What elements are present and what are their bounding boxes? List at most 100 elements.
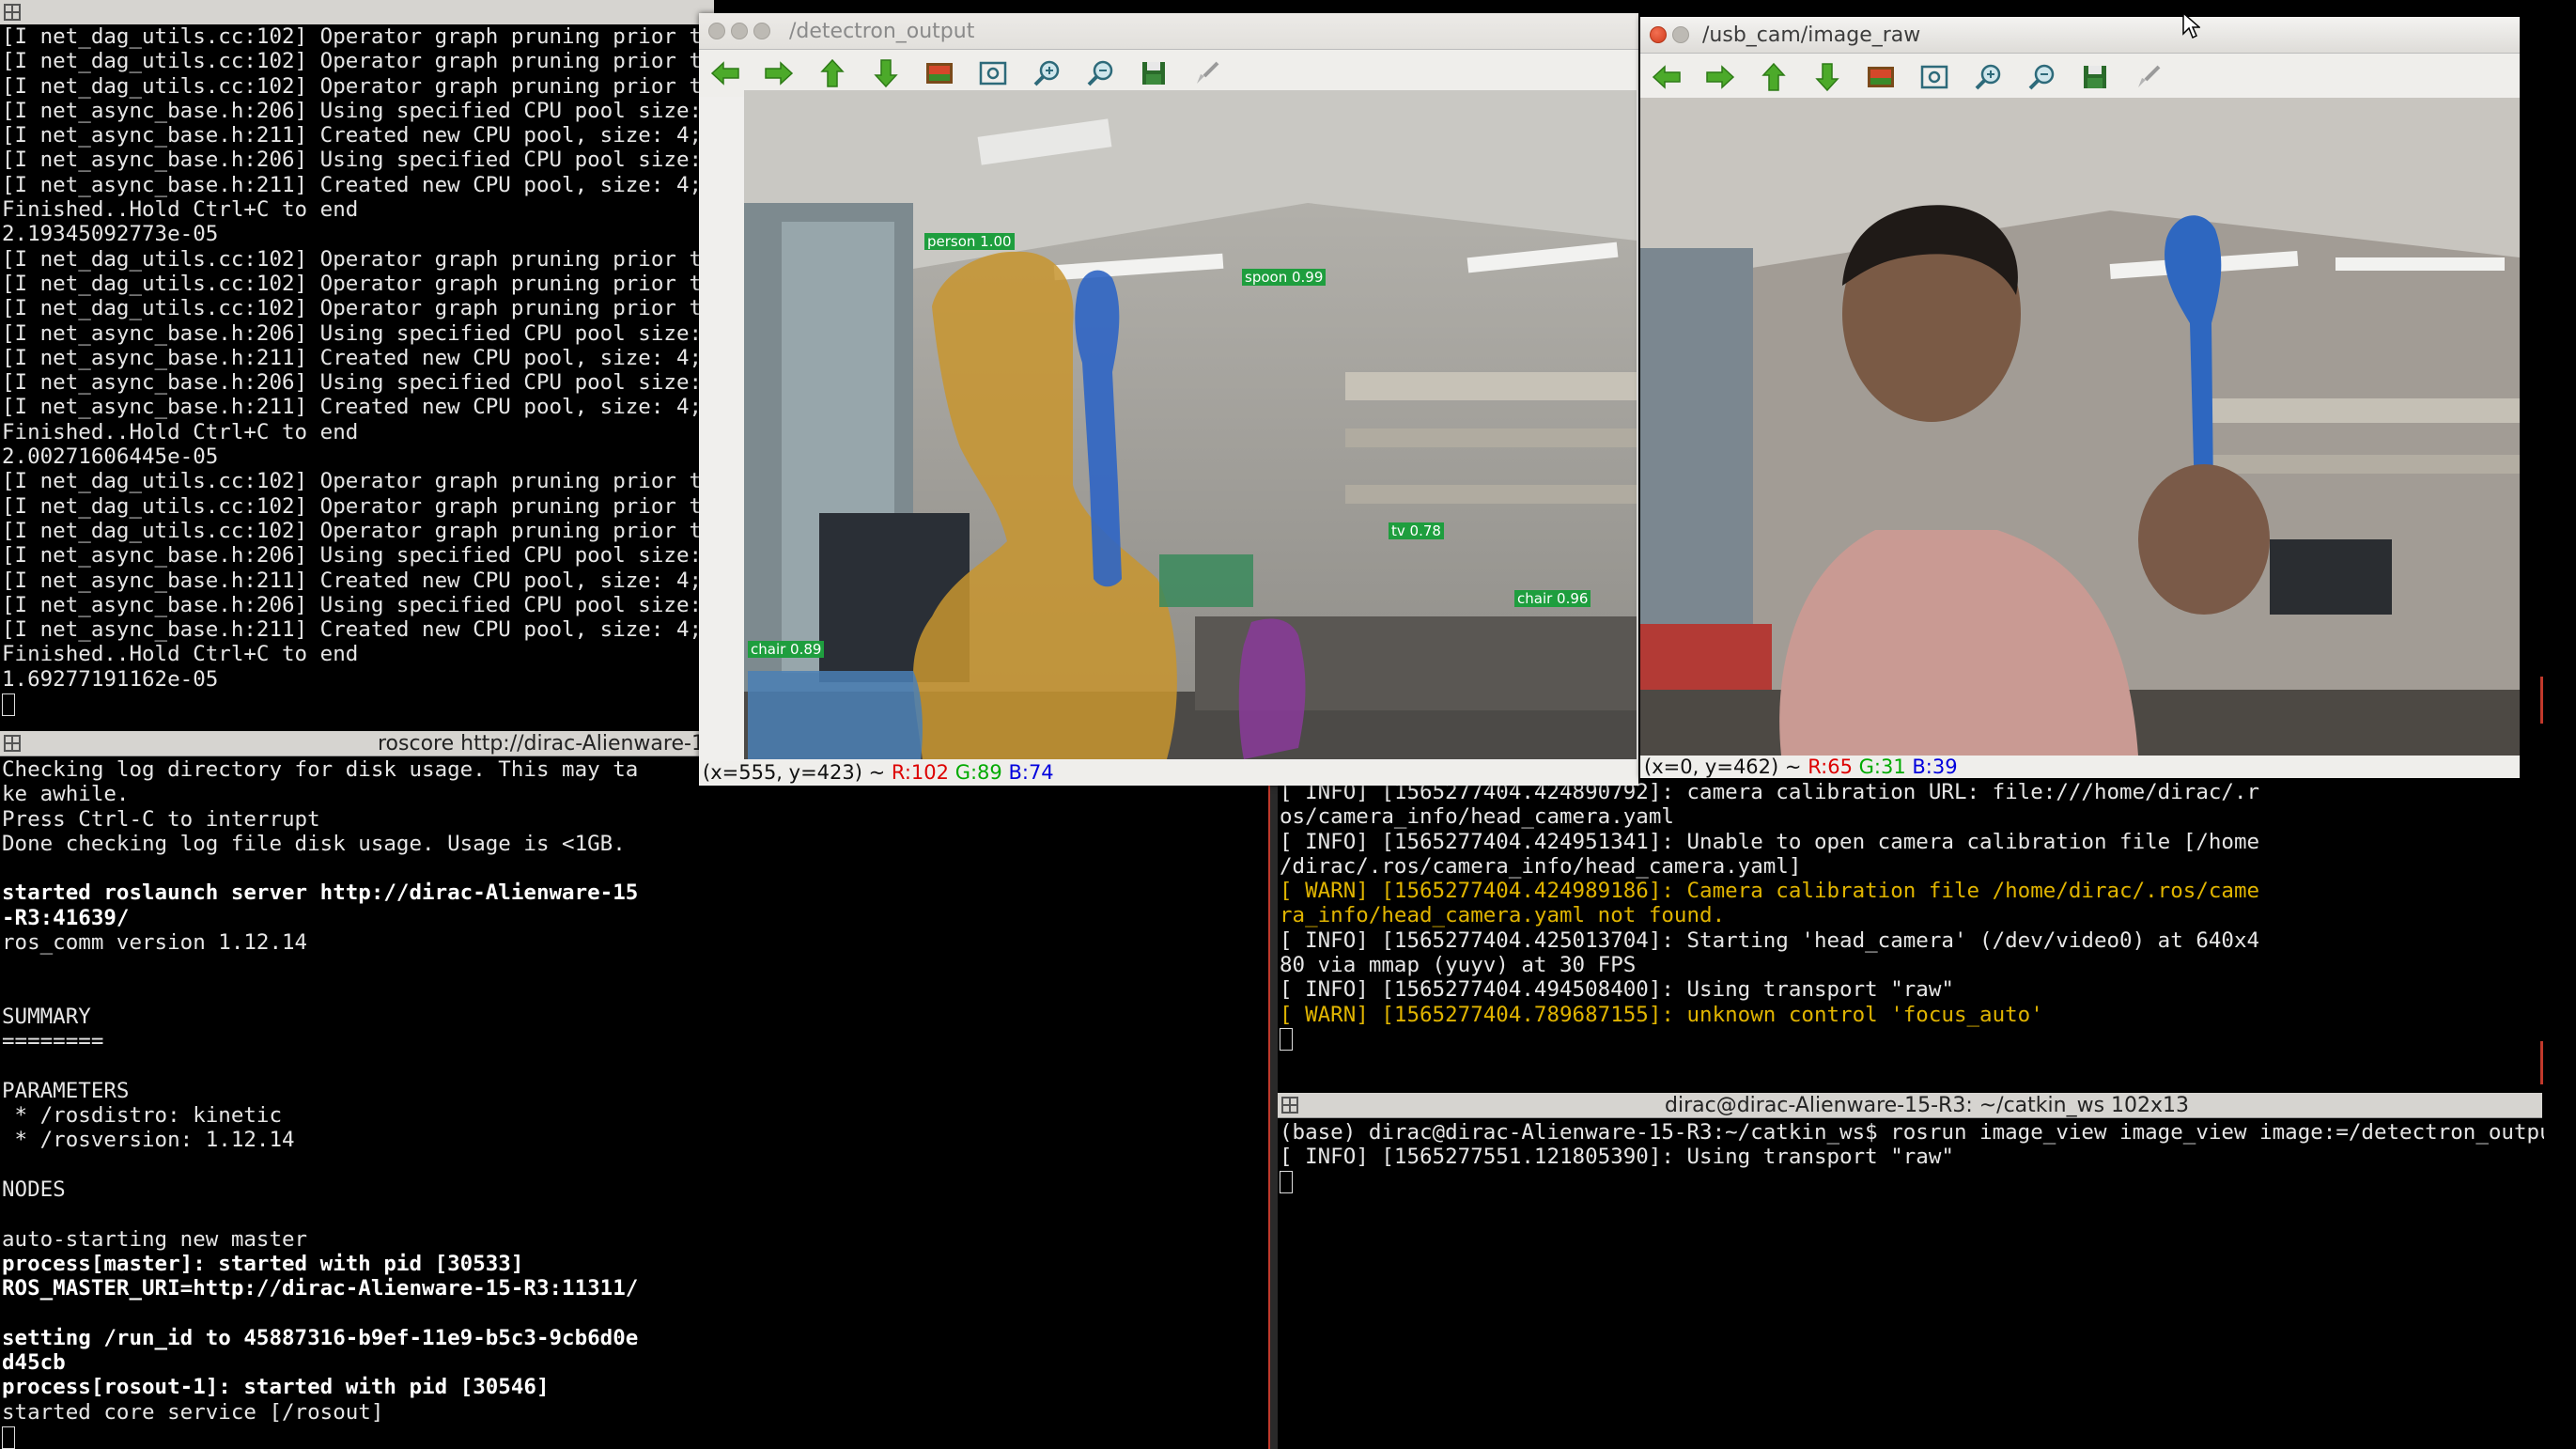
brush-icon[interactable] <box>2130 58 2167 96</box>
terminal-line: [I net_async_base.h:211] Created new CPU… <box>2 617 702 643</box>
terminal-line: PARAMETERS <box>2 1078 130 1103</box>
down-icon[interactable] <box>867 55 905 92</box>
terminal-line: [I net_async_base.h:211] Created new CPU… <box>2 395 702 420</box>
minimize-button[interactable] <box>731 23 748 39</box>
imageview-terminal-title: dirac@dirac-Alienware-15-R3: ~/catkin_ws… <box>1665 1093 2190 1117</box>
pixel-r: R:102 <box>891 761 950 784</box>
terminal-line: [I net_dag_utils.cc:102] Operator graph … <box>2 271 702 296</box>
terminal-menu-icon[interactable] <box>1281 1097 1298 1114</box>
save-icon[interactable] <box>1135 55 1172 92</box>
back-icon[interactable] <box>706 55 744 92</box>
up-icon[interactable] <box>1755 58 1792 96</box>
down-icon[interactable] <box>1808 58 1846 96</box>
usbcam-terminal-output: [ INFO] [1565277404.424890792]: camera c… <box>1280 780 2544 1027</box>
pixel-b: B:74 <box>1008 761 1054 784</box>
chair-right-mask <box>1238 618 1306 759</box>
terminal-line: [I net_async_base.h:206] Using specified… <box>2 370 702 396</box>
terminal-menu-icon[interactable] <box>4 735 21 752</box>
terminal-line: [I net_async_base.h:206] Using specified… <box>2 98 702 123</box>
terminal-line: [ WARN] [1565277404.789687155]: unknown … <box>1280 1002 2043 1027</box>
hand <box>2138 464 2270 615</box>
terminal-line: * /rosdistro: kinetic <box>2 1103 283 1129</box>
terminal-menu-icon[interactable] <box>4 4 21 21</box>
zoom-in-icon[interactable] <box>1969 58 2007 96</box>
top-terminal-output: [I net_dag_utils.cc:102] Operator graph … <box>2 24 702 692</box>
terminal-line: 2.00271606445e-05 <box>2 444 219 470</box>
top-terminal-titlebar[interactable] <box>0 0 714 25</box>
raw-status-bar: (x=0, y=462) ~ R:65 G:31 B:39 <box>1640 756 2520 778</box>
maximize-button[interactable] <box>753 23 770 39</box>
terminal-line: ra_info/head_camera.yaml not found. <box>1280 903 1726 928</box>
imageview-terminal-command: (base) dirac@dirac-Alienware-15-R3:~/cat… <box>1280 1120 2544 1145</box>
forward-icon[interactable] <box>760 55 798 92</box>
imageview-terminal-titlebar[interactable]: dirac@dirac-Alienware-15-R3: ~/catkin_ws… <box>1278 1093 2542 1118</box>
fit-icon[interactable] <box>1916 58 1953 96</box>
fit-icon[interactable] <box>974 55 1012 92</box>
image-icon[interactable] <box>1862 58 1900 96</box>
terminal-line: [I net_async_base.h:206] Using specified… <box>2 320 702 346</box>
mouse-pointer-icon <box>2182 11 2200 39</box>
zoom-out-icon[interactable] <box>1081 55 1119 92</box>
terminal-line: [I net_async_base.h:206] Using specified… <box>2 148 702 173</box>
detectron-window-titlebar[interactable]: /detectron_output <box>699 13 1638 50</box>
image-icon[interactable] <box>921 55 958 92</box>
forward-icon[interactable] <box>1701 58 1739 96</box>
usbcam-terminal[interactable]: [ INFO] [1565277404.424890792]: camera c… <box>1278 780 2544 1081</box>
terminal-line: /dirac/.ros/camera_info/head_camera.yaml… <box>1280 853 1802 879</box>
up-icon[interactable] <box>814 55 851 92</box>
terminal-line: [ INFO] [1565277404.425013704]: Starting… <box>1280 927 2260 953</box>
terminal-line: [I net_dag_utils.cc:102] Operator graph … <box>2 493 702 519</box>
pane-divider[interactable] <box>2540 677 2543 724</box>
terminal-line: [I net_async_base.h:206] Using specified… <box>2 543 702 569</box>
terminal-line: ROS_MASTER_URI=http://dirac-Alienware-15… <box>2 1276 639 1301</box>
terminal-line: [I net_dag_utils.cc:102] Operator graph … <box>2 49 702 74</box>
terminal-line: [I net_dag_utils.cc:102] Operator graph … <box>2 469 702 494</box>
close-button[interactable] <box>1650 26 1667 43</box>
pane-divider[interactable] <box>1268 731 1278 1449</box>
terminal-line: ======== <box>2 1029 104 1054</box>
back-icon[interactable] <box>1648 58 1685 96</box>
detectron-scene <box>744 90 1637 759</box>
terminal-line: Finished..Hold Ctrl+C to end <box>2 197 359 223</box>
terminal-line: [I net_async_base.h:211] Created new CPU… <box>2 345 702 370</box>
raw-image[interactable] <box>1640 98 2520 756</box>
terminal-line: 2.19345092773e-05 <box>2 222 219 247</box>
terminal-line: [I net_dag_utils.cc:102] Operator graph … <box>2 73 702 99</box>
terminal-line: process[rosout-1]: started with pid [305… <box>2 1375 550 1400</box>
terminal-line: [ WARN] [1565277404.424989186]: Camera c… <box>1280 879 2260 904</box>
terminal-line: [I net_async_base.h:206] Using specified… <box>2 592 702 617</box>
imageview-terminal[interactable]: (base) dirac@dirac-Alienware-15-R3:~/cat… <box>1278 1120 2544 1449</box>
raw-toolbar <box>1640 54 2520 101</box>
pane-divider[interactable] <box>2540 1041 2543 1084</box>
terminal-line: d45cb <box>2 1350 66 1376</box>
terminal-cursor <box>2 1426 15 1449</box>
imageview-terminal-line: [ INFO] [1565277551.121805390]: Using tr… <box>1280 1145 1954 1170</box>
zoom-out-icon[interactable] <box>2023 58 2060 96</box>
terminal-line: [I net_async_base.h:211] Created new CPU… <box>2 568 702 593</box>
save-icon[interactable] <box>2076 58 2114 96</box>
roscore-terminal[interactable]: Checking log directory for disk usage. T… <box>0 757 1268 1449</box>
terminal-line: [I net_dag_utils.cc:102] Operator graph … <box>2 296 702 321</box>
terminal-line: [I net_async_base.h:211] Created new CPU… <box>2 172 702 197</box>
label-chair-right: chair 0.96 <box>1514 590 1591 607</box>
terminal-line: auto-starting new master <box>2 1226 308 1252</box>
terminal-line: started roslaunch server http://dirac-Al… <box>2 880 639 906</box>
terminal-line: 1.69277191162e-05 <box>2 666 219 692</box>
brush-icon[interactable] <box>1188 55 1226 92</box>
terminal-line: [I net_dag_utils.cc:102] Operator graph … <box>2 24 702 49</box>
usbcam-raw-window[interactable]: /usb_cam/image_raw (x=0, y=462) ~ R:65 G… <box>1640 17 2520 778</box>
tv-mask <box>1159 554 1253 607</box>
close-button[interactable] <box>708 23 725 39</box>
pixel-g: G:31 <box>1858 756 1906 778</box>
zoom-in-icon[interactable] <box>1028 55 1065 92</box>
terminal-line: [ INFO] [1565277404.424951341]: Unable t… <box>1280 829 2260 854</box>
top-terminal[interactable]: [I net_dag_utils.cc:102] Operator graph … <box>0 24 702 727</box>
detectron-output-window[interactable]: /detectron_output person 1.00 spoon 0.99… <box>699 13 1638 786</box>
raw-window-titlebar[interactable]: /usb_cam/image_raw <box>1640 17 2520 54</box>
detectron-image[interactable]: person 1.00 spoon 0.99 tv 0.78 chair 0.9… <box>744 90 1637 759</box>
terminal-line: [I net_dag_utils.cc:102] Operator graph … <box>2 518 702 543</box>
minimize-button[interactable] <box>1672 26 1689 43</box>
